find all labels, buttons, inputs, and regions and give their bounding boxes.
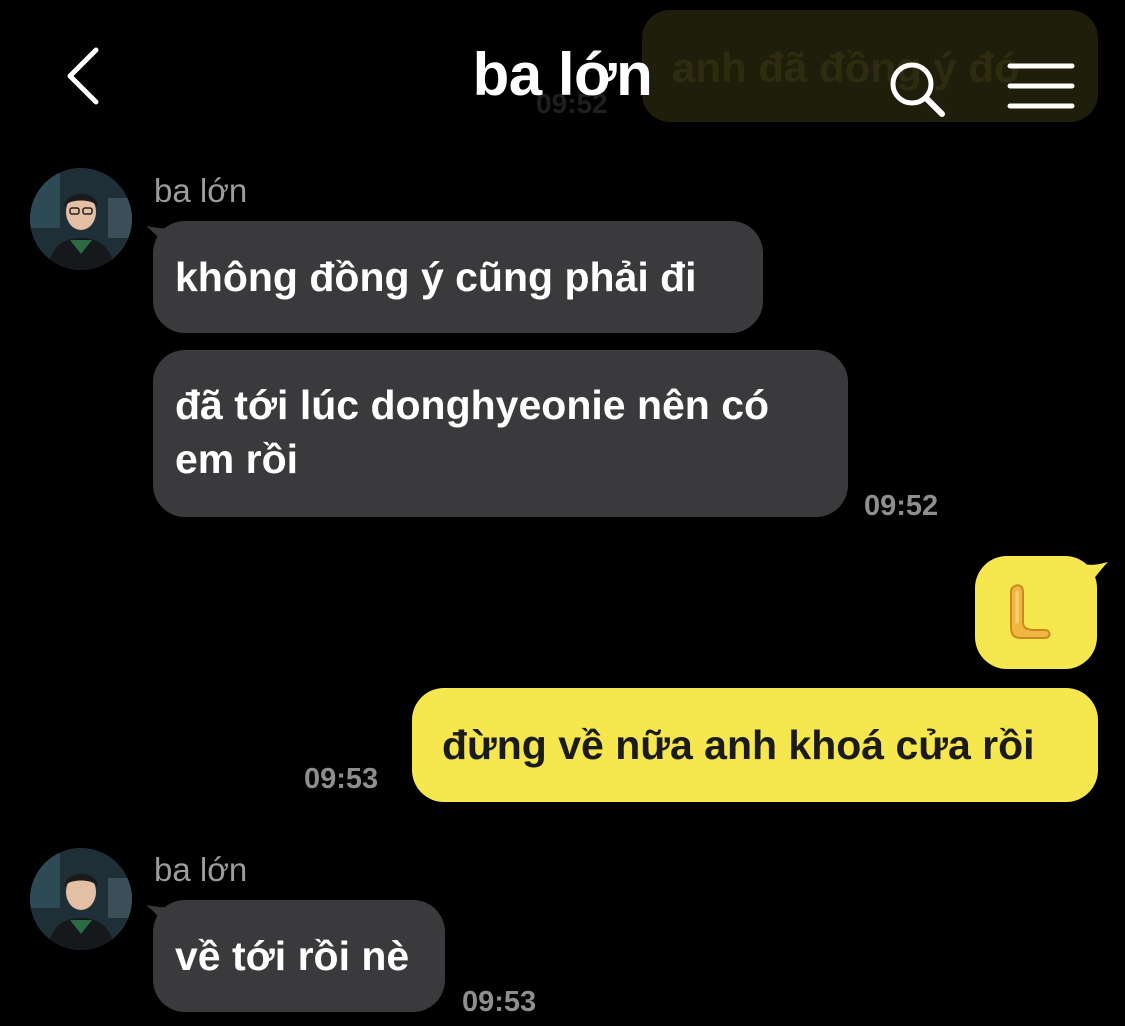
message-text: đừng về nữa anh khoá cửa rồi [442, 722, 1035, 768]
search-icon [890, 62, 945, 117]
message-time: 09:53 [462, 986, 537, 1018]
emoji-message-bubble[interactable] [975, 556, 1097, 669]
profile-photo-icon [30, 168, 132, 270]
search-button[interactable] [886, 58, 950, 122]
avatar[interactable] [30, 168, 132, 270]
message-text: về tới rồi nè [175, 933, 410, 979]
hand-emoji-icon [1010, 584, 1051, 639]
avatar[interactable] [30, 848, 132, 950]
message-bubble[interactable]: đã tới lúc donghyeonie nên có em rồi [153, 350, 848, 517]
message-bubble[interactable]: về tới rồi nè [153, 900, 445, 1012]
message-bubble[interactable]: không đồng ý cũng phải đi [153, 221, 763, 333]
profile-photo-icon [30, 848, 132, 950]
message-time: 09:52 [864, 490, 939, 522]
bubble-tail [1084, 562, 1108, 590]
menu-button[interactable] [1006, 60, 1076, 116]
message-bubble[interactable]: đừng về nữa anh khoá cửa rồi [412, 688, 1098, 802]
hamburger-menu-icon [1007, 63, 1075, 109]
chat-title: ba lớn [472, 41, 653, 108]
sender-name: ba lớn [154, 851, 248, 888]
sender-name: ba lớn [154, 172, 248, 209]
message-text: đã tới lúc donghyeonie nên có em rồi [175, 382, 770, 482]
message-text: không đồng ý cũng phải đi [175, 254, 697, 300]
chat-header: anh đã đồng ý đó 09:52 ba lớn [0, 0, 1125, 140]
message-time: 09:53 [304, 763, 379, 795]
